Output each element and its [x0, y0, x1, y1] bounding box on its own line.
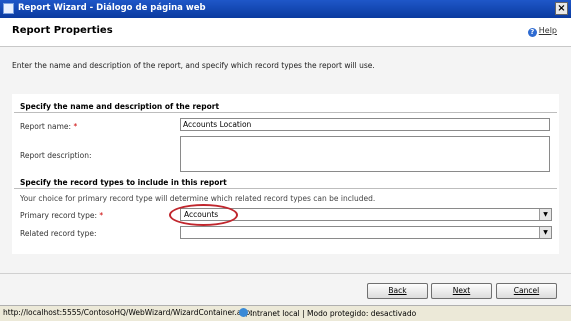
wizard-content: Enter the name and description of the re…	[0, 47, 571, 273]
next-button[interactable]: Next	[431, 283, 492, 299]
page-title: Report Properties	[12, 25, 113, 36]
back-button-label: Back	[388, 286, 407, 295]
dropdown-arrow-icon[interactable]: ▼	[539, 227, 551, 238]
help-icon: ?	[527, 28, 537, 37]
primary-record-type-label: Primary record type: *	[20, 211, 103, 220]
back-button[interactable]: Back	[367, 283, 428, 299]
cancel-button[interactable]: Cancel	[496, 283, 557, 299]
page-header: Report Properties ? Help	[0, 18, 571, 47]
report-name-label-text: Report name:	[20, 122, 72, 131]
close-button[interactable]: ×	[555, 2, 568, 15]
wizard-footer: Back Next Cancel	[0, 273, 571, 306]
security-zone-text: Intranet local | Modo protegido: desacti…	[250, 309, 417, 318]
report-description-input[interactable]	[180, 136, 550, 172]
security-zone: Intranet local | Modo protegido: desacti…	[239, 308, 416, 318]
divider	[14, 112, 557, 113]
report-name-input[interactable]: Accounts Location	[180, 118, 550, 131]
section-record-types-title: Specify the record types to include in t…	[20, 178, 227, 187]
report-description-label: Report description:	[20, 151, 92, 160]
intro-text: Enter the name and description of the re…	[12, 61, 375, 70]
status-bar: http://localhost:5555/ContosoHQ/WebWizar…	[0, 305, 571, 321]
required-marker: *	[73, 122, 78, 131]
highlight-annotation	[169, 204, 238, 226]
divider	[14, 188, 557, 189]
window-icon	[3, 3, 14, 14]
section-name-title: Specify the name and description of the …	[20, 102, 220, 111]
cancel-button-label: Cancel	[513, 286, 540, 295]
dropdown-arrow-icon[interactable]: ▼	[539, 209, 551, 220]
report-name-label: Report name: *	[20, 122, 77, 131]
required-marker: *	[99, 211, 104, 220]
primary-record-type-label-text: Primary record type:	[20, 211, 97, 220]
title-bar: Report Wizard - Diálogo de página web ×	[0, 0, 571, 18]
related-record-type-select[interactable]: ▼	[180, 226, 552, 239]
form-panel: Specify the name and description of the …	[12, 94, 559, 254]
help-label: Help	[538, 26, 557, 35]
status-url: http://localhost:5555/ContosoHQ/WebWizar…	[3, 308, 253, 317]
help-link[interactable]: ? Help	[527, 26, 557, 37]
record-type-hint: Your choice for primary record type will…	[20, 194, 376, 203]
globe-icon	[239, 308, 248, 317]
related-record-type-label: Related record type:	[20, 229, 97, 238]
window-title: Report Wizard - Diálogo de página web	[18, 3, 206, 13]
next-button-label: Next	[452, 286, 471, 295]
